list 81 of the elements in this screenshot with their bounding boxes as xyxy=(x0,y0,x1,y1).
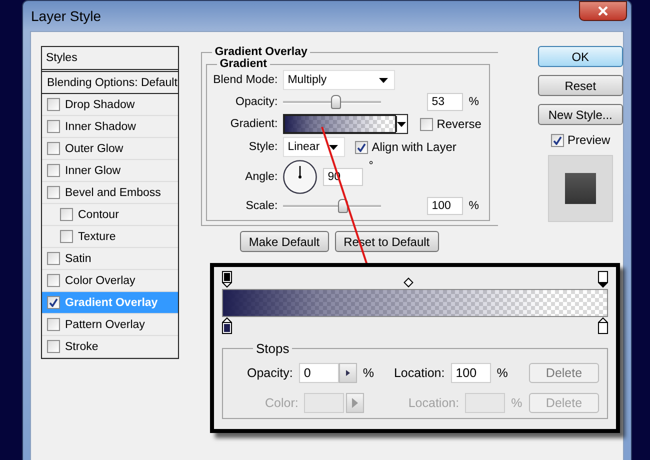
color-swatch-field[interactable] xyxy=(304,393,344,413)
dialog-button[interactable]: OK xyxy=(538,46,623,67)
field-label: Angle: xyxy=(244,171,279,183)
checkbox[interactable] xyxy=(47,186,60,199)
style-item[interactable]: Inner Shadow xyxy=(42,116,178,138)
style-item[interactable]: Satin xyxy=(42,248,178,270)
close-button[interactable] xyxy=(579,1,627,21)
gradient-stop[interactable] xyxy=(222,317,232,334)
checkbox[interactable] xyxy=(354,140,368,154)
opacity-input[interactable]: 0 xyxy=(298,363,339,383)
style-item[interactable]: Inner Glow xyxy=(42,160,178,182)
caret-icon xyxy=(328,144,338,150)
location-input[interactable]: 100 xyxy=(450,363,491,383)
style-item[interactable]: Texture xyxy=(42,226,178,248)
checkbox[interactable] xyxy=(47,142,60,155)
caret-icon xyxy=(378,78,388,82)
scale-input[interactable]: 100 xyxy=(426,197,463,215)
dialog-button[interactable]: Make Default xyxy=(240,231,329,252)
gradient-stop[interactable] xyxy=(598,317,608,334)
field-label: Opacity: xyxy=(234,96,279,108)
slider-thumb[interactable] xyxy=(330,95,341,109)
checkbox-label: Reverse xyxy=(436,117,482,131)
style-item[interactable]: Blending Options: Default xyxy=(42,72,178,94)
field-label: Location: xyxy=(394,366,445,380)
checkbox[interactable] xyxy=(60,208,73,221)
style-item[interactable]: Bevel and Emboss xyxy=(42,182,178,204)
checkbox[interactable] xyxy=(47,296,60,309)
field-label: Color: xyxy=(265,396,298,410)
field-label: Style: xyxy=(248,141,279,153)
caret-icon xyxy=(397,122,406,126)
checkbox[interactable] xyxy=(47,340,60,353)
preview-square xyxy=(564,173,596,204)
style-item[interactable]: Outer Glow xyxy=(42,138,178,160)
style-dropdown[interactable]: Linear xyxy=(282,137,345,157)
midpoint-marker[interactable] xyxy=(404,278,414,288)
gradient-picker[interactable] xyxy=(282,114,408,134)
checkbox[interactable] xyxy=(47,252,60,265)
angle-dial[interactable] xyxy=(282,160,317,194)
unit-label: % xyxy=(468,96,479,108)
unit-label: % xyxy=(468,200,479,212)
group-title: Gradient xyxy=(218,58,268,70)
dialog-button[interactable]: New Style... xyxy=(538,104,623,125)
checkbox[interactable] xyxy=(47,98,60,111)
stepper-button[interactable] xyxy=(338,363,357,383)
arrow-right-icon xyxy=(352,398,358,408)
checkbox-label: Preview xyxy=(568,133,610,147)
group-title: Stops xyxy=(255,341,290,356)
unit-label: % xyxy=(362,366,374,380)
arrow-right-icon xyxy=(346,370,350,376)
list-header: Styles xyxy=(42,47,178,72)
checkbox[interactable] xyxy=(47,164,60,177)
gradient-bar[interactable] xyxy=(222,289,608,317)
checkbox[interactable] xyxy=(47,318,60,331)
checkbox-label: Align with Layer xyxy=(372,140,456,154)
checkbox[interactable] xyxy=(60,230,73,243)
opacity-input[interactable]: 53 xyxy=(426,93,463,111)
group-title: Gradient Overlay xyxy=(214,46,308,58)
style-item[interactable]: Contour xyxy=(42,204,178,226)
field-label: Scale: xyxy=(244,200,279,212)
location-input[interactable] xyxy=(465,393,506,413)
checkbox[interactable] xyxy=(47,274,60,287)
style-item[interactable]: Drop Shadow xyxy=(42,94,178,116)
gradient-stop[interactable] xyxy=(222,271,232,288)
unit-label: ° xyxy=(368,160,374,172)
field-label: Blend Mode: xyxy=(212,74,279,86)
field-label: Opacity: xyxy=(247,366,293,380)
unit-label: % xyxy=(496,366,508,380)
unit-label: % xyxy=(511,396,522,410)
gradient-stop[interactable] xyxy=(598,271,608,288)
blend-mode-dropdown[interactable]: Multiply xyxy=(282,70,395,90)
window-title: Layer Style xyxy=(31,8,102,24)
style-item[interactable]: Pattern Overlay xyxy=(42,314,178,336)
delete-button[interactable]: Delete xyxy=(529,363,599,383)
dialog-button[interactable]: Reset xyxy=(538,75,623,96)
checkbox[interactable] xyxy=(47,120,60,133)
checkbox[interactable] xyxy=(550,134,564,146)
checkbox[interactable] xyxy=(420,118,433,130)
field-label: Gradient: xyxy=(229,118,279,130)
style-item[interactable]: Stroke xyxy=(42,336,178,358)
field-label: Location: xyxy=(408,396,460,410)
close-icon xyxy=(598,6,608,16)
